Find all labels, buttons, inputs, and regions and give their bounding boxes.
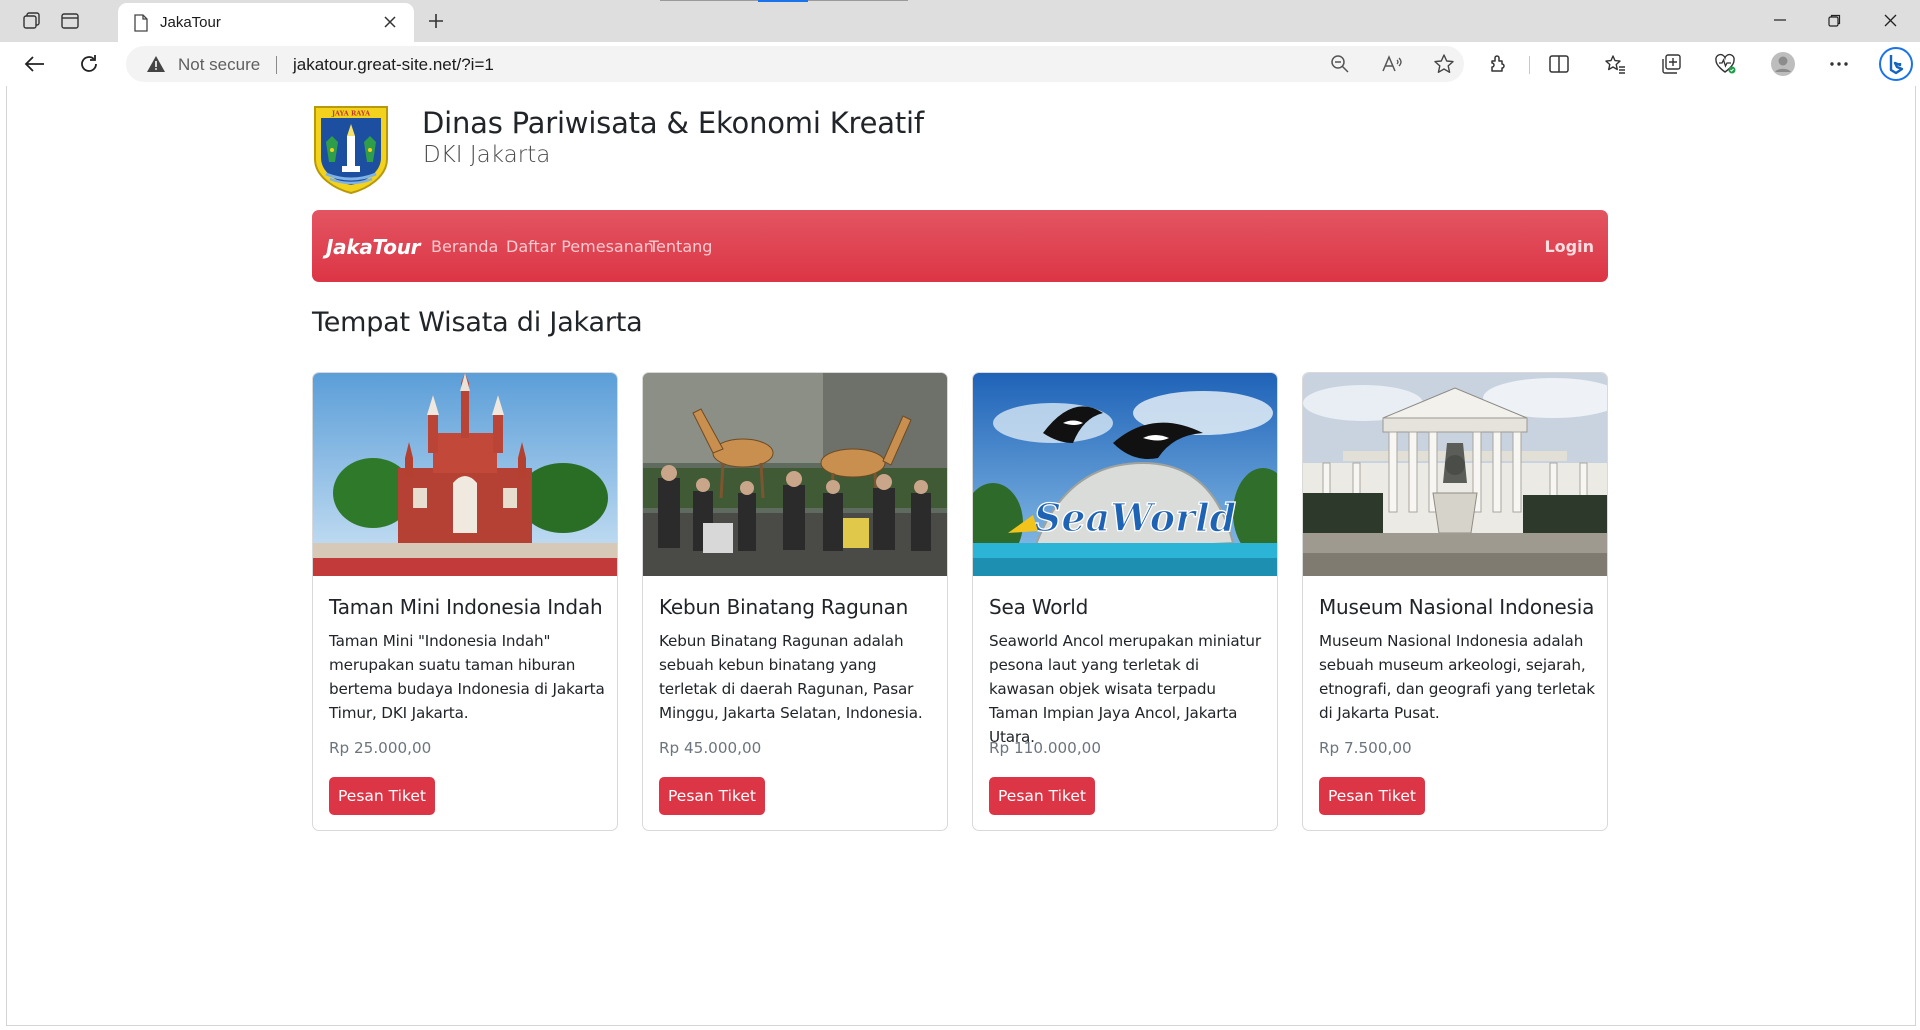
close-icon[interactable] [380,12,400,32]
tab-actions-icon[interactable] [56,8,84,34]
card-description: Seaworld Ancol merupakan miniatur pesona… [989,632,1261,746]
card-price: Rp 7.500,00 [1319,739,1412,757]
pesan-tiket-button[interactable]: Pesan Tiket [659,777,765,815]
extensions-icon[interactable] [1484,50,1514,78]
warning-icon[interactable] [146,55,166,73]
card-price: Rp 45.000,00 [659,739,762,757]
more-options-icon[interactable] [1824,50,1854,78]
page-icon [133,14,149,32]
browser-essentials-icon[interactable] [1710,50,1740,78]
pesan-tiket-button[interactable]: Pesan Tiket [1319,777,1425,815]
toolbar-divider [1529,56,1530,74]
nav-link-tentang[interactable]: Tentang [649,237,712,256]
card-description: Taman Mini "Indonesia Indah" merupakan s… [329,632,605,722]
tab-strip-indicator [758,0,808,2]
card-image-museum-nasional[interactable] [1303,373,1607,576]
section-title: Tempat Wisata di Jakarta [312,307,643,338]
tour-card: SeaWorld Sea World Seaworld Ancol merupa… [972,372,1278,831]
site-subtitle: DKI Jakarta [423,142,551,168]
main-navbar: JakaTour Beranda Daftar Pemesanan Tentan… [312,210,1608,282]
nav-link-beranda[interactable]: Beranda [431,237,498,256]
url-separator [276,56,277,74]
url-text[interactable]: jakatour.great-site.net/?i=1 [293,55,494,75]
refresh-button[interactable] [72,48,106,80]
tab-title: JakaTour [160,14,221,31]
zoom-icon[interactable] [1328,53,1352,75]
page-container: JAYA RAYA Dinas Pariwisata & Ekonomi Kre… [312,104,1608,831]
collections-icon[interactable] [1656,50,1686,78]
site-header: JAYA RAYA Dinas Pariwisata & Ekonomi Kre… [312,104,1608,196]
card-title: Taman Mini Indonesia Indah [329,595,603,619]
security-status[interactable]: Not secure [178,55,260,75]
navbar-brand[interactable]: JakaTour [326,235,421,259]
close-window-button[interactable] [1862,0,1918,40]
card-title: Museum Nasional Indonesia [1319,595,1595,619]
card-image-ragunan[interactable] [643,373,947,576]
card-title: Kebun Binatang Ragunan [659,595,909,619]
address-bar[interactable]: Not secure jakatour.great-site.net/?i=1 [126,46,1464,82]
card-title: Sea World [989,595,1089,619]
card-price: Rp 25.000,00 [329,739,432,757]
browser-tab-bar: JakaTour [0,0,1920,42]
seaworld-sign: SeaWorld [1034,495,1236,540]
emblem-lettering: JAYA RAYA [331,110,371,118]
minimize-button[interactable] [1752,0,1808,40]
nav-link-daftar-pemesanan[interactable]: Daftar Pemesanan [506,237,654,256]
site-title: Dinas Pariwisata & Ekonomi Kreatif [422,106,924,140]
card-description: Kebun Binatang Ragunan adalah sebuah keb… [659,632,923,722]
profile-avatar[interactable] [1768,50,1798,78]
split-screen-icon[interactable] [1544,50,1574,78]
card-price: Rp 110.000,00 [989,739,1101,757]
tab-jakatour[interactable]: JakaTour [118,3,414,42]
favorites-icon[interactable] [1600,50,1630,78]
browser-toolbar: Not secure jakatour.great-site.net/?i=1 [0,42,1920,86]
card-image-sea-world[interactable]: SeaWorld [973,373,1277,576]
restore-button[interactable] [1806,0,1862,40]
favorite-star-icon[interactable] [1432,53,1456,75]
login-link[interactable]: Login [1544,237,1594,256]
card-description: Museum Nasional Indonesia adalah sebuah … [1319,632,1595,722]
tour-card: Taman Mini Indonesia Indah Taman Mini "I… [312,372,618,831]
back-button[interactable] [18,48,52,80]
workspaces-icon[interactable] [18,8,46,34]
new-tab-button[interactable] [422,8,450,34]
tour-card: Museum Nasional Indonesia Museum Nasiona… [1302,372,1608,831]
pesan-tiket-button[interactable]: Pesan Tiket [989,777,1095,815]
read-aloud-icon[interactable] [1380,53,1404,75]
jakarta-emblem-logo: JAYA RAYA [312,104,390,195]
pesan-tiket-button[interactable]: Pesan Tiket [329,777,435,815]
card-image-taman-mini[interactable] [313,373,617,576]
tour-card: Kebun Binatang Ragunan Kebun Binatang Ra… [642,372,948,831]
copilot-icon[interactable] [1878,46,1914,82]
